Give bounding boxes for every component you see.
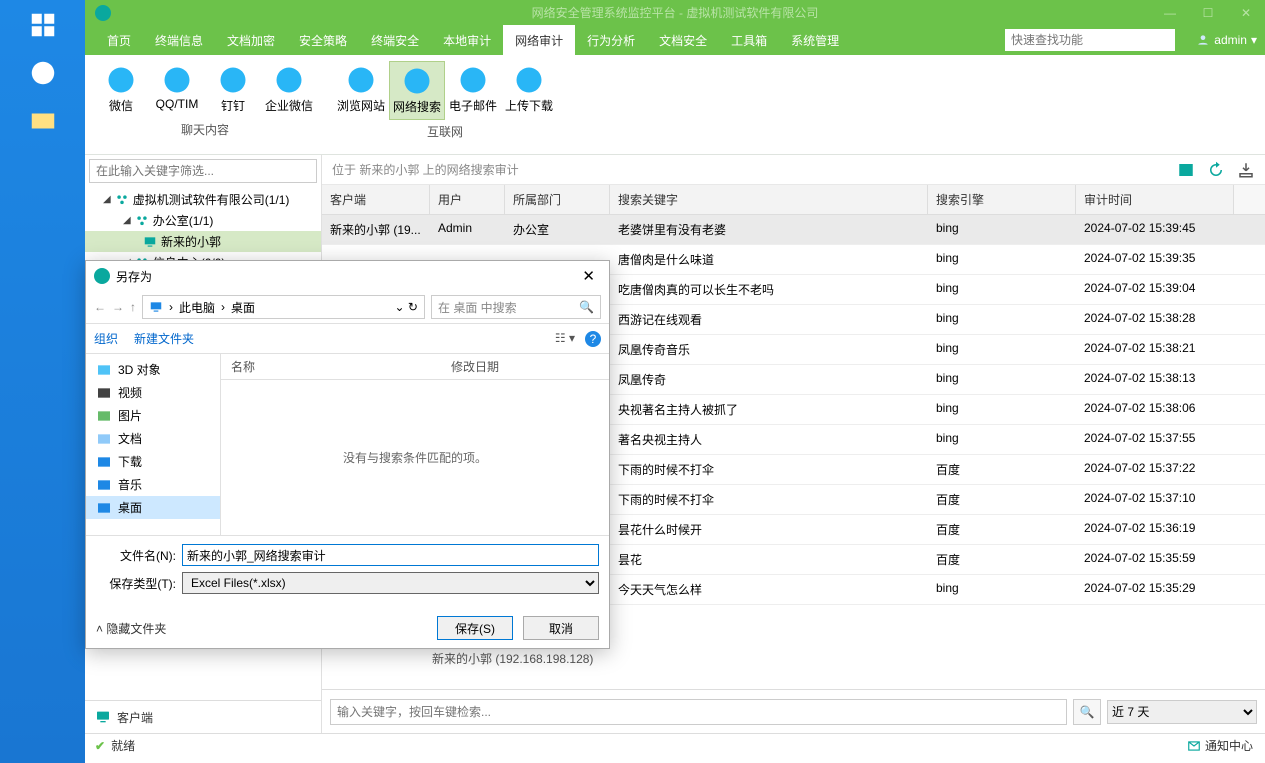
titlebar-title: 网络安全管理系统监控平台 - 虚拟机测试软件有限公司 [532,4,819,21]
view-mode-button[interactable]: ☷ ▾ [555,331,575,347]
menubar: 首页终端信息文档加密安全策略终端安全本地审计网络审计行为分析文档安全工具箱系统管… [85,25,1265,55]
ribbon-item-QQ/TIM[interactable]: QQ/TIM [149,61,205,118]
host-info-line: 新来的小郭 (192.168.198.128) [432,650,593,670]
tree-node[interactable]: ◢办公室(1/1) [85,210,321,231]
filetype-label: 保存类型(T): [96,575,176,592]
ribbon-item-电子邮件[interactable]: 电子邮件 [445,61,501,120]
menu-item-终端安全[interactable]: 终端安全 [359,25,431,56]
refresh-icon[interactable] [1207,161,1225,179]
help-icon[interactable]: ? [585,331,601,347]
menu-item-文档加密[interactable]: 文档加密 [215,25,287,56]
hide-folders-link[interactable]: ˄ 隐藏文件夹 [96,620,166,637]
sidebar-item-下载[interactable]: 下载 [86,450,220,473]
new-folder-button[interactable]: 新建文件夹 [134,330,194,347]
tree-node[interactable]: ◢虚拟机测试软件有限公司(1/1) [85,189,321,210]
monitor-icon [95,709,111,725]
notification-center-link[interactable]: 通知中心 [1187,737,1253,754]
ribbon-item-钉钉[interactable]: 钉钉 [205,61,261,118]
menu-item-安全策略[interactable]: 安全策略 [287,25,359,56]
menu-item-工具箱[interactable]: 工具箱 [719,25,779,56]
menu-item-系统管理[interactable]: 系统管理 [779,25,851,56]
export-icon[interactable] [1237,161,1255,179]
empty-message: 没有与搜索条件匹配的项。 [221,380,609,535]
organize-menu[interactable]: 组织 [94,330,118,347]
panel-icon[interactable] [1177,161,1195,179]
filetype-select[interactable]: Excel Files(*.xlsx) [182,572,599,594]
menu-item-文档安全[interactable]: 文档安全 [647,25,719,56]
window-maximize-button[interactable]: ☐ [1189,6,1227,20]
status-text: 就绪 [111,737,135,754]
cancel-button[interactable]: 取消 [523,616,599,640]
ribbon-group-chat: 微信QQ/TIM钉钉企业微信 聊天内容 [85,61,325,151]
time-range-select[interactable]: 近 7 天 [1107,700,1257,724]
mail-icon [1187,739,1201,753]
menu-item-首页[interactable]: 首页 [95,25,143,56]
menu-item-网络审计[interactable]: 网络审计 [503,25,575,56]
sidebar-item-音乐[interactable]: 音乐 [86,473,220,496]
save-as-dialog: 另存为 ✕ ← → ↑ ›此电脑›桌面 ⌄ ↻ 在 桌面 中搜索🔍 组织 新建文… [85,260,610,649]
dialog-title: 另存为 [116,268,576,285]
ribbon-group-internet: 浏览网站网络搜索电子邮件上传下载 互联网 [325,61,565,151]
column-header[interactable]: 所属部门 [505,185,610,214]
col-date[interactable]: 修改日期 [451,358,499,375]
tree-search-input[interactable] [89,159,317,183]
ribbon-item-微信[interactable]: 微信 [93,61,149,118]
table-row[interactable]: 新来的小郭 (19...Admin办公室老婆饼里有没有老婆bing2024-07… [322,215,1265,245]
ribbon-item-网络搜索[interactable]: 网络搜索 [389,61,445,120]
statusbar: ✔ 就绪 通知中心 [85,733,1265,757]
sidebar-item-3D 对象[interactable]: 3D 对象 [86,358,220,381]
column-header[interactable]: 搜索关键字 [610,185,928,214]
ribbon-group-internet-label: 互联网 [427,123,463,140]
breadcrumb-text: 位于 新来的小郭 上的网络搜索审计 [332,161,519,178]
path-bar[interactable]: ›此电脑›桌面 ⌄ ↻ [142,295,425,319]
user-menu[interactable]: admin▾ [1196,33,1257,47]
user-icon [1196,33,1210,47]
quick-search-input[interactable] [1005,29,1175,51]
client-tab-label: 客户端 [117,709,153,726]
column-header[interactable]: 审计时间 [1076,185,1234,214]
column-header[interactable]: 客户端 [322,185,430,214]
column-header[interactable]: 搜索引擎 [928,185,1076,214]
ribbon-item-上传下载[interactable]: 上传下载 [501,61,557,120]
dialog-icon [94,268,110,284]
sidebar-item-文档[interactable]: 文档 [86,427,220,450]
col-name[interactable]: 名称 [231,358,451,375]
sidebar-item-桌面[interactable]: 桌面 [86,496,220,519]
menu-item-行为分析[interactable]: 行为分析 [575,25,647,56]
window-close-button[interactable]: ✕ [1227,6,1265,20]
sidebar-item-图片[interactable]: 图片 [86,404,220,427]
menu-item-本地审计[interactable]: 本地审计 [431,25,503,56]
keyword-filter-input[interactable] [330,699,1067,725]
filename-input[interactable] [182,544,599,566]
titlebar: 网络安全管理系统监控平台 - 虚拟机测试软件有限公司 — ☐ ✕ [85,0,1265,25]
ribbon-item-浏览网站[interactable]: 浏览网站 [333,61,389,120]
tree-node[interactable]: 新来的小郭 [85,231,321,252]
client-tab[interactable]: 客户端 [85,700,321,733]
nav-up-button[interactable]: ↑ [130,300,136,314]
dialog-close-button[interactable]: ✕ [576,267,601,285]
window-minimize-button[interactable]: — [1151,6,1189,20]
keyword-search-button[interactable]: 🔍 [1073,699,1101,725]
dialog-search-input[interactable]: 在 桌面 中搜索🔍 [431,295,601,319]
status-check-icon: ✔ [95,739,105,753]
sidebar-item-视频[interactable]: 视频 [86,381,220,404]
save-button[interactable]: 保存(S) [437,616,513,640]
menu-item-终端信息[interactable]: 终端信息 [143,25,215,56]
desktop-taskbar [0,0,85,763]
app-logo-icon [95,5,111,21]
dialog-sidebar: 3D 对象视频图片文档下载音乐桌面 [86,354,221,535]
nav-forward-button[interactable]: → [112,300,124,314]
ribbon-item-企业微信[interactable]: 企业微信 [261,61,317,118]
ribbon-group-chat-label: 聊天内容 [181,121,229,138]
breadcrumb: 位于 新来的小郭 上的网络搜索审计 [322,155,1265,185]
column-header[interactable]: 用户 [430,185,505,214]
ribbon: 微信QQ/TIM钉钉企业微信 聊天内容 浏览网站网络搜索电子邮件上传下载 互联网 [85,55,1265,155]
filename-label: 文件名(N): [96,547,176,564]
nav-back-button[interactable]: ← [94,300,106,314]
pc-icon [149,300,163,314]
